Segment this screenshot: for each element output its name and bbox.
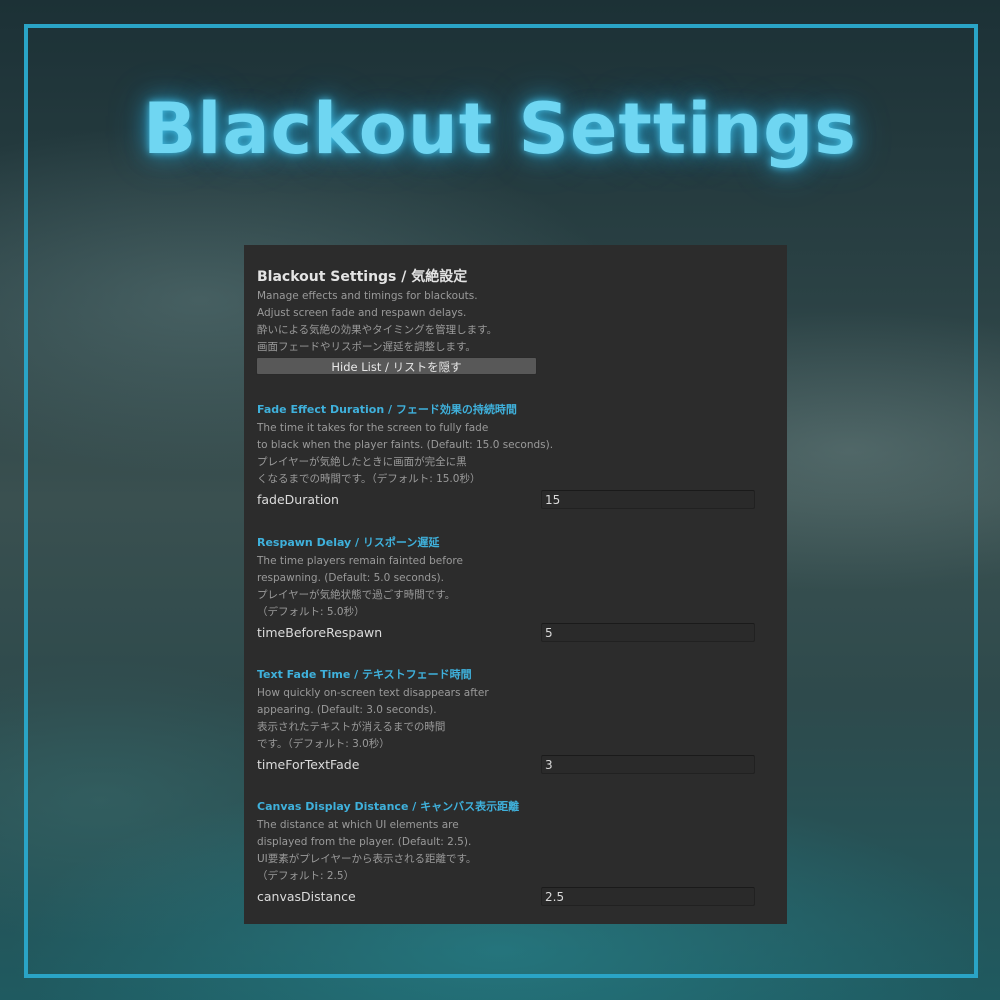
field-row: fadeDuration xyxy=(257,490,774,510)
section-text-fade-time: Text Fade Time / テキストフェード時間 How quickly … xyxy=(257,665,774,775)
field-row: timeForTextFade xyxy=(257,755,774,775)
section-description-line: respawning. (Default: 5.0 seconds). xyxy=(257,572,444,584)
field-row: timeBeforeRespawn xyxy=(257,623,774,643)
section-description-line: The distance at which UI elements are xyxy=(257,819,459,831)
panel-description-line: 酔いによる気絶の効果やタイミングを管理します。 xyxy=(257,324,498,336)
timeBeforeRespawn-input[interactable] xyxy=(541,623,755,642)
field-label-canvasDistance: canvasDistance xyxy=(257,889,356,904)
section-respawn-delay: Respawn Delay / リスポーン遅延 The time players… xyxy=(257,533,774,643)
section-description: The time players remain fainted before r… xyxy=(257,553,774,621)
fadeDuration-input[interactable] xyxy=(541,490,755,509)
hero-title: Blackout Settings xyxy=(143,88,857,170)
section-description: The time it takes for the screen to full… xyxy=(257,420,774,488)
section-heading: Fade Effect Duration / フェード効果の持続時間 xyxy=(257,403,517,416)
panel-description-line: Manage effects and timings for blackouts… xyxy=(257,290,478,302)
section-description-line: displayed from the player. (Default: 2.5… xyxy=(257,836,472,848)
field-label-timeForTextFade: timeForTextFade xyxy=(257,757,360,772)
section-description-line: プレイヤーが気絶状態で過ごす時間です。 xyxy=(257,589,456,601)
hide-list-button[interactable]: Hide List / リストを隠す xyxy=(256,357,537,375)
section-description-line: プレイヤーが気絶したときに画面が完全に黒 xyxy=(257,456,467,468)
section-description-line: （デフォルト: 5.0秒） xyxy=(257,606,365,618)
panel-description: Manage effects and timings for blackouts… xyxy=(257,288,497,356)
canvasDistance-input[interactable] xyxy=(541,887,755,906)
timeForTextFade-input[interactable] xyxy=(541,755,755,774)
panel-description-line: Adjust screen fade and respawn delays. xyxy=(257,307,467,319)
section-description-line: くなるまでの時間です。（デフォルト: 15.0秒） xyxy=(257,473,481,485)
section-description-line: How quickly on-screen text disappears af… xyxy=(257,687,489,699)
section-description-line: to black when the player faints. (Defaul… xyxy=(257,439,554,451)
section-heading: Text Fade Time / テキストフェード時間 xyxy=(257,668,472,681)
panel-title: Blackout Settings / 気絶設定 xyxy=(257,269,468,285)
panel-description-line: 画面フェードやリスポーン遅延を調整します。 xyxy=(257,341,476,353)
section-canvas-distance: Canvas Display Distance / キャンバス表示距離 The … xyxy=(257,797,774,907)
section-heading: Canvas Display Distance / キャンバス表示距離 xyxy=(257,800,520,813)
section-fade-duration: Fade Effect Duration / フェード効果の持続時間 The t… xyxy=(257,400,774,510)
section-description-line: The time it takes for the screen to full… xyxy=(257,422,489,434)
section-description-line: 表示されたテキストが消えるまでの時間 xyxy=(257,721,446,733)
section-description-line: （デフォルト: 2.5） xyxy=(257,870,355,882)
field-label-fadeDuration: fadeDuration xyxy=(257,492,339,507)
inspector-panel: Blackout Settings / 気絶設定 Manage effects … xyxy=(244,245,787,924)
field-label-timeBeforeRespawn: timeBeforeRespawn xyxy=(257,625,383,640)
section-description-line: The time players remain fainted before xyxy=(257,555,463,567)
section-description-line: です。（デフォルト: 3.0秒） xyxy=(257,738,390,750)
section-description-line: appearing. (Default: 3.0 seconds). xyxy=(257,704,437,716)
section-description: How quickly on-screen text disappears af… xyxy=(257,685,774,753)
section-description: The distance at which UI elements are di… xyxy=(257,817,774,885)
field-row: canvasDistance xyxy=(257,887,774,907)
section-description-line: UI要素がプレイヤーから表示される距離です。 xyxy=(257,853,477,865)
section-heading: Respawn Delay / リスポーン遅延 xyxy=(257,536,440,549)
